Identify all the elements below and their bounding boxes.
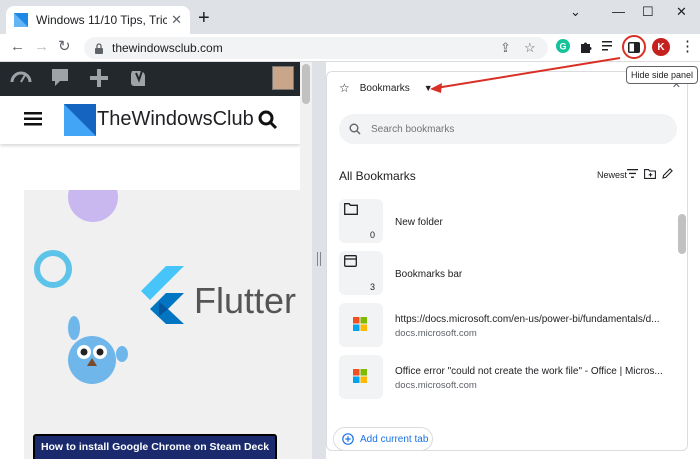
profile-avatar[interactable]: K [652, 38, 670, 56]
page-scrollbar-thumb[interactable] [302, 64, 310, 104]
search-bookmarks-input[interactable] [371, 123, 651, 135]
bookmarks-star-icon: ☆ [339, 81, 350, 95]
item-name: https://docs.microsoft.com/en-us/power-b… [395, 313, 660, 325]
article-banner[interactable]: How to install Google Chrome on Steam De… [33, 434, 277, 459]
svg-text:G: G [559, 42, 566, 52]
item-count: 0 [369, 230, 375, 240]
user-avatar[interactable] [272, 66, 294, 90]
new-folder-icon[interactable] [644, 168, 656, 179]
sort-toolbar [627, 168, 673, 179]
add-current-tab-button[interactable]: Add current tab [333, 427, 433, 450]
microsoft-logo-icon [353, 317, 367, 331]
item-domain: docs.microsoft.com [395, 379, 477, 391]
list-item[interactable]: Office error "could not create the work … [339, 352, 675, 404]
item-text: Office error "could not create the work … [395, 366, 671, 391]
search-bookmarks-field[interactable] [339, 114, 677, 144]
item-thumbnail: 3 [339, 251, 383, 295]
panel-mode-label[interactable]: Bookmarks [360, 83, 410, 94]
bookmark-star-icon[interactable]: ☆ [524, 40, 536, 56]
menu-icon[interactable]: ⋮ [680, 39, 695, 55]
address-bar[interactable]: thewindowsclub.com ⇪ ☆ [84, 37, 548, 59]
item-thumbnail [339, 303, 383, 347]
page-scrollbar[interactable] [300, 62, 312, 459]
decorative-ring [34, 250, 72, 288]
close-window-button[interactable]: ✕ [676, 4, 687, 20]
lock-icon[interactable] [94, 42, 104, 54]
sort-label[interactable]: Newest [597, 170, 627, 180]
reading-list-icon[interactable] [602, 40, 616, 52]
search-icon[interactable] [258, 110, 278, 130]
edit-pencil-icon[interactable] [662, 168, 673, 179]
web-page: TheWindowsClub Flutter How to install Go… [0, 62, 312, 459]
section-title: All Bookmarks [339, 169, 416, 183]
microsoft-logo-icon [353, 369, 367, 383]
item-name: New folder [395, 216, 443, 228]
forward-icon[interactable]: → [34, 39, 49, 55]
sort-icon[interactable] [627, 169, 638, 178]
decorative-circle [68, 190, 118, 222]
item-domain: docs.microsoft.com [395, 327, 477, 339]
dashboard-icon[interactable] [10, 67, 32, 89]
search-icon [349, 123, 361, 135]
resize-grip-icon [317, 252, 321, 266]
item-name: Bookmarks bar [395, 268, 463, 280]
tab-title: Windows 11/10 Tips, Tricks, Help [36, 13, 168, 27]
item-text: New folder [395, 217, 671, 228]
windows-club-logo-icon[interactable] [64, 104, 96, 136]
item-count: 3 [369, 282, 375, 292]
bookmarks-bar-icon [344, 255, 357, 267]
share-icon[interactable]: ⇪ [500, 40, 511, 56]
item-text: https://docs.microsoft.com/en-us/power-b… [395, 314, 671, 339]
side-panel-icon [628, 41, 640, 53]
panel-scrollbar-thumb[interactable] [678, 214, 686, 254]
tooltip: Hide side panel [626, 66, 698, 84]
tab-search-icon[interactable]: ⌄ [570, 4, 581, 20]
side-panel-resize-handle[interactable] [312, 62, 326, 459]
panel-scrollbar[interactable] [677, 202, 687, 412]
flutter-logo-icon [141, 266, 184, 324]
comments-icon[interactable] [50, 67, 70, 89]
list-item[interactable]: 0 New folder [339, 196, 675, 248]
add-circle-icon [342, 433, 354, 445]
bookmarks-list: 0 New folder 3 Bookmarks bar https://doc… [339, 196, 675, 404]
item-thumbnail: 0 [339, 199, 383, 243]
hamburger-menu-icon[interactable] [24, 112, 42, 126]
reload-icon[interactable]: ↻ [58, 39, 71, 55]
browser-toolbar: ← → ↻ thewindowsclub.com ⇪ ☆ G K ⋮ [0, 34, 700, 62]
browser-tab[interactable]: Windows 11/10 Tips, Tricks, Help ✕ [6, 6, 190, 34]
panel-mode-dropdown-icon[interactable]: ▼ [424, 83, 433, 93]
side-panel: ☆ Bookmarks ▼ ✕ All Bookmarks Newest [326, 62, 700, 459]
tab-strip: Windows 11/10 Tips, Tricks, Help ✕ + ⌄ —… [0, 0, 700, 34]
new-tab-button[interactable]: + [198, 8, 210, 28]
maximize-button[interactable]: ☐ [642, 4, 654, 20]
yoast-icon[interactable] [128, 67, 148, 89]
favicon-icon [14, 13, 28, 27]
wordpress-admin-bar [0, 62, 300, 96]
grammarly-icon[interactable]: G [556, 39, 570, 53]
ad-headline: Flutter [194, 280, 297, 321]
item-text: Bookmarks bar [395, 269, 671, 280]
list-item[interactable]: https://docs.microsoft.com/en-us/power-b… [339, 300, 675, 352]
folder-icon [344, 203, 358, 215]
add-current-tab-label: Add current tab [360, 433, 429, 445]
list-item[interactable]: 3 Bookmarks bar [339, 248, 675, 300]
site-logo-text[interactable]: TheWindowsClub [97, 108, 254, 131]
url-text[interactable]: thewindowsclub.com [112, 41, 223, 55]
minimize-button[interactable]: — [612, 4, 625, 19]
back-icon[interactable]: ← [10, 39, 25, 55]
plus-icon[interactable] [89, 67, 109, 89]
side-panel-button[interactable] [622, 35, 646, 59]
advertisement[interactable]: Flutter [24, 190, 300, 459]
bookmarks-panel: ☆ Bookmarks ▼ ✕ All Bookmarks Newest [326, 71, 688, 451]
item-name: Office error "could not create the work … [395, 365, 663, 377]
site-header: TheWindowsClub [0, 96, 300, 144]
extensions-icon[interactable] [579, 40, 592, 53]
item-thumbnail [339, 355, 383, 399]
tab-close-icon[interactable]: ✕ [171, 12, 182, 28]
dash-mascot-icon [68, 316, 128, 384]
